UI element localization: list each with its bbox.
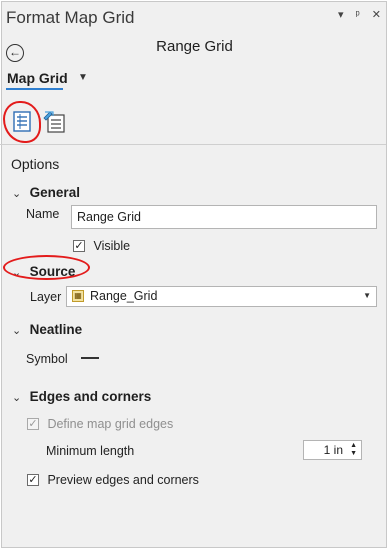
min-length-value: 1 in [323, 443, 343, 457]
chevron-down-icon[interactable]: ⌄ [12, 188, 21, 200]
pin-icon[interactable]: ᵖ [356, 9, 360, 21]
name-label: Name [26, 207, 60, 221]
visible-row: ✓ Visible [73, 237, 130, 255]
layer-label: Layer [30, 290, 62, 304]
tab-divider [0, 144, 386, 145]
grid-display-icon[interactable] [42, 110, 65, 134]
layer-select[interactable]: ▦ Range_Grid ▼ [66, 286, 377, 307]
general-section-header[interactable]: ⌄ General [12, 184, 80, 202]
chevron-down-icon[interactable]: ⌄ [12, 325, 21, 337]
preview-label: Preview edges and corners [47, 472, 199, 487]
selector-underline [6, 88, 63, 90]
chevron-down-icon[interactable]: ▼ [363, 291, 371, 300]
visible-label: Visible [93, 238, 131, 253]
neatline-symbol[interactable] [81, 357, 99, 359]
layer-icon: ▦ [72, 290, 84, 302]
options-menu-icon[interactable]: ▾ [338, 9, 344, 21]
stepper-down-icon[interactable]: ▼ [350, 450, 357, 457]
neatline-heading: Neatline [29, 322, 83, 337]
chevron-down-icon[interactable]: ⌄ [12, 392, 21, 404]
pane-title: Range Grid [156, 38, 233, 55]
preview-row: ✓ Preview edges and corners [27, 471, 199, 489]
min-length-stepper[interactable]: 1 in ▲ ▼ [303, 440, 362, 460]
chevron-down-icon[interactable]: ▼ [78, 72, 88, 83]
window-controls: ▾ ᵖ ✕ [338, 8, 381, 21]
edges-section-header[interactable]: ⌄ Edges and corners [12, 388, 151, 406]
visible-checkbox[interactable]: ✓ [73, 239, 85, 252]
min-length-label: Minimum length [46, 444, 135, 458]
define-edges-label: Define map grid edges [47, 416, 174, 431]
layer-value: Range_Grid [90, 289, 158, 303]
define-edges-checkbox: ✓ [27, 417, 39, 430]
close-icon[interactable]: ✕ [372, 9, 381, 21]
annotation-circle-source [3, 255, 90, 280]
edges-heading: Edges and corners [29, 389, 152, 404]
general-heading: General [29, 185, 80, 200]
name-input[interactable]: Range Grid [71, 205, 377, 229]
stepper-up-icon[interactable]: ▲ [350, 442, 357, 449]
symbol-label: Symbol [26, 352, 68, 366]
define-edges-row: ✓ Define map grid edges [27, 415, 173, 433]
pane-window-title: Format Map Grid [6, 8, 135, 27]
neatline-section-header[interactable]: ⌄ Neatline [12, 321, 82, 339]
options-heading: Options [11, 156, 60, 172]
element-selector[interactable]: Map Grid [7, 70, 68, 86]
preview-checkbox[interactable]: ✓ [27, 473, 39, 486]
